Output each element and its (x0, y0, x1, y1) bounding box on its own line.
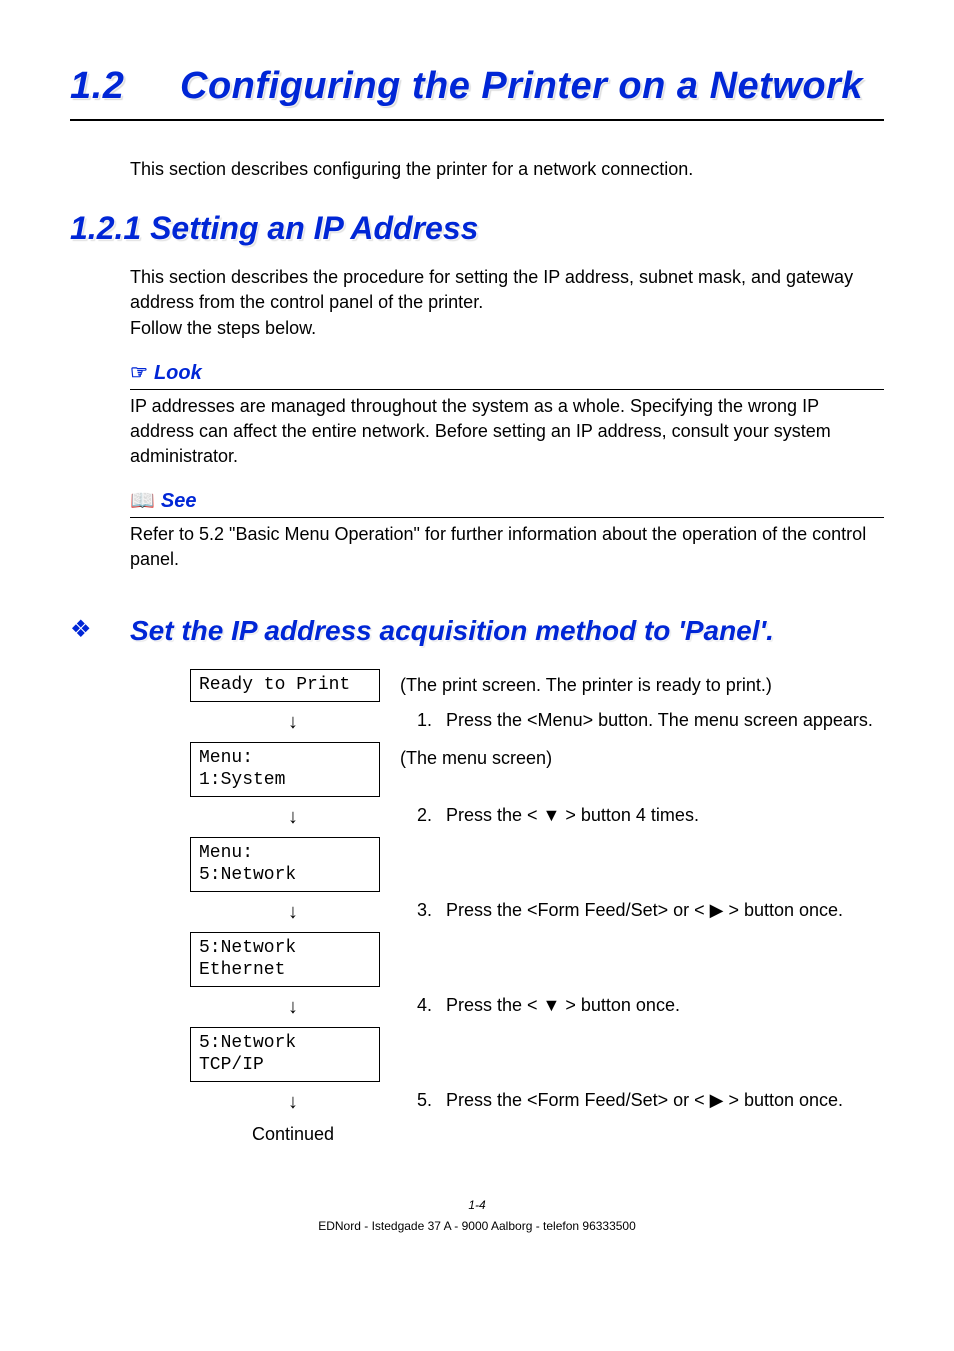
look-label: Look (154, 359, 202, 387)
down-arrow-icon: ↓ (190, 1088, 396, 1116)
look-callout-title: ☞ Look (130, 359, 884, 387)
see-body: Refer to 5.2 "Basic Menu Operation" for … (130, 522, 884, 572)
down-arrow-icon: ↓ (190, 803, 396, 831)
down-arrow-icon: ↓ (190, 898, 396, 926)
step-number-5: 5. (396, 1088, 438, 1113)
step-text-5: Press the <Form Feed/Set> or < ▶ > butto… (438, 1088, 884, 1113)
page-number: 1-4 (70, 1197, 884, 1214)
intro-paragraph: This section describes configuring the p… (130, 157, 884, 182)
step-text-4: Press the < ▼ > button once. (438, 993, 884, 1018)
heading-1: 1.2 Configuring the Printer on a Network (70, 60, 884, 113)
heading-1-number: 1.2 (70, 60, 180, 113)
heading-1-text: Configuring the Printer on a Network (180, 60, 863, 113)
heading-3-wrap: ❖ Set the IP address acquisition method … (70, 613, 884, 649)
step-text-3: Press the <Form Feed/Set> or < ▶ > butto… (438, 898, 884, 923)
paragraph-1-line2: Follow the steps below. (130, 318, 316, 338)
lcd-display-2: Menu: 5:Network (190, 837, 380, 892)
lcd-display-0: Ready to Print (190, 669, 380, 702)
look-rule (130, 389, 884, 390)
step-number-1: 1. (396, 708, 438, 733)
heading-2: 1.2.1 Setting an IP Address (70, 206, 884, 251)
lcd-display-3: 5:Network Ethernet (190, 932, 380, 987)
heading-1-rule (70, 119, 884, 121)
step-text-2: Press the < ▼ > button 4 times. (438, 803, 884, 828)
see-label: See (161, 487, 197, 515)
continued-label: Continued (190, 1122, 396, 1147)
step-number-3: 3. (396, 898, 438, 923)
book-icon: 📖 (130, 487, 155, 515)
look-body: IP addresses are managed throughout the … (130, 394, 884, 470)
footer-text: EDNord - Istedgade 37 A - 9000 Aalborg -… (70, 1218, 884, 1235)
lcd-display-1: Menu: 1:System (190, 742, 380, 797)
pointing-hand-icon: ☞ (130, 359, 148, 387)
lcd-display-4: 5:Network TCP/IP (190, 1027, 380, 1082)
step-list: Ready to Print (The print screen. The pr… (190, 669, 884, 1147)
diamond-bullet-icon: ❖ (70, 613, 130, 649)
heading-3: Set the IP address acquisition method to… (130, 613, 774, 649)
paragraph-1-line1: This section describes the procedure for… (130, 267, 853, 312)
lcd-note-1: (The menu screen) (380, 742, 552, 771)
see-callout-title: 📖 See (130, 487, 884, 515)
paragraph-1: This section describes the procedure for… (130, 265, 884, 341)
down-arrow-icon: ↓ (190, 708, 396, 736)
step-number-2: 2. (396, 803, 438, 828)
down-arrow-icon: ↓ (190, 993, 396, 1021)
see-rule (130, 517, 884, 518)
step-text-1: Press the <Menu> button. The menu screen… (438, 708, 884, 733)
lcd-note-0: (The print screen. The printer is ready … (380, 669, 772, 698)
step-number-4: 4. (396, 993, 438, 1018)
